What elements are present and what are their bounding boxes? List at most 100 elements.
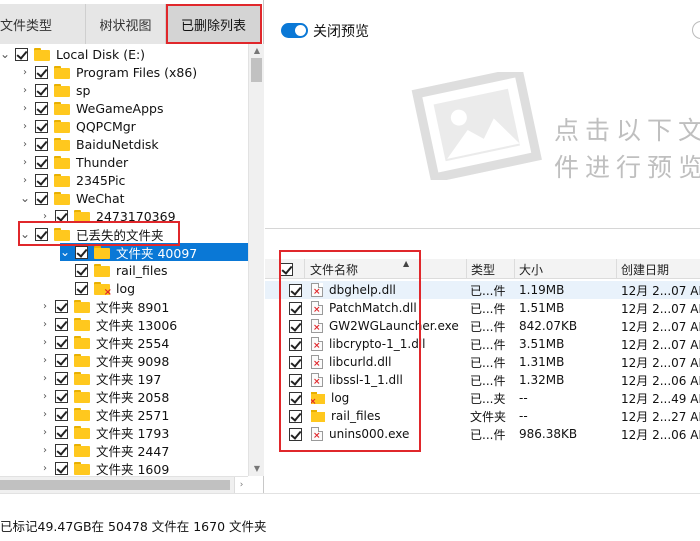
tree-row[interactable]: › QQPCMgr	[0, 117, 248, 135]
tree-row[interactable]: × log	[0, 279, 248, 297]
file-row[interactable]: rail_files 文件夹 -- 12月 2...27 AM	[265, 407, 700, 425]
column-header-date[interactable]: 创建日期	[617, 259, 700, 279]
file-checkbox[interactable]	[289, 409, 302, 423]
expand-down-icon[interactable]: ⌄	[20, 228, 30, 240]
tree-row[interactable]: ⌄ WeChat	[0, 189, 248, 207]
tree-checkbox[interactable]	[55, 407, 68, 421]
file-row[interactable]: × libcrypto-1_1.dll 已...件 3.51MB 12月 2...07 …	[265, 335, 700, 353]
expand-right-icon[interactable]: ›	[40, 319, 50, 330]
file-row[interactable]: × libcurld.dll 已...件 1.31MB 12月 2...07 AM	[265, 353, 700, 371]
select-all-checkbox[interactable]	[280, 262, 293, 276]
tree-checkbox[interactable]	[35, 173, 48, 187]
expand-right-icon[interactable]: ›	[20, 85, 30, 96]
tree-checkbox[interactable]	[35, 191, 48, 205]
hscroll-thumb[interactable]	[0, 480, 230, 490]
expand-down-icon[interactable]: ⌄	[20, 192, 30, 204]
tree-checkbox[interactable]	[55, 389, 68, 403]
tree-row[interactable]: › 文件夹 1609	[0, 459, 248, 476]
scroll-up-icon[interactable]: ▲	[249, 44, 265, 58]
expand-right-icon[interactable]: ›	[40, 445, 50, 456]
expand-right-icon[interactable]: ›	[20, 121, 30, 132]
tree-row[interactable]: › 文件夹 2571	[0, 405, 248, 423]
file-row[interactable]: × dbghelp.dll 已...件 1.19MB 12月 2...07 AM	[265, 281, 700, 299]
tree-vertical-scrollbar[interactable]: ▲ ▼	[248, 44, 264, 476]
tree-row[interactable]: › BaiduNetdisk	[0, 135, 248, 153]
file-checkbox[interactable]	[289, 301, 302, 315]
tree-row[interactable]: rail_files	[0, 261, 248, 279]
expand-right-icon[interactable]: ›	[40, 463, 50, 474]
tab-tree-view[interactable]: 树状视图	[86, 4, 166, 44]
tree-row[interactable]: › WeGameApps	[0, 99, 248, 117]
tree-row[interactable]: › 2345Pic	[0, 171, 248, 189]
scroll-right-icon[interactable]: ›	[234, 477, 248, 493]
expand-right-icon[interactable]: ›	[40, 337, 50, 348]
tree-row[interactable]: › 2473170369	[0, 207, 248, 225]
tree-checkbox[interactable]	[35, 155, 48, 169]
tree-row[interactable]: › Thunder	[0, 153, 248, 171]
tree-checkbox[interactable]	[55, 335, 68, 349]
tree-row[interactable]: › 文件夹 197	[0, 369, 248, 387]
tree-checkbox[interactable]	[55, 353, 68, 367]
tree-checkbox[interactable]	[55, 443, 68, 457]
preview-toggle[interactable]	[281, 23, 308, 38]
expand-right-icon[interactable]: ›	[40, 391, 50, 402]
file-checkbox[interactable]	[289, 283, 302, 297]
tab-file-type[interactable]: 文件类型	[0, 4, 86, 44]
tree-checkbox[interactable]	[35, 119, 48, 133]
tab-deleted-list[interactable]: 已删除列表	[166, 4, 262, 44]
tree-checkbox[interactable]	[35, 227, 48, 241]
circle-button[interactable]	[692, 21, 700, 39]
column-header-name[interactable]: 文件名称 ▲	[305, 259, 467, 279]
scroll-thumb[interactable]	[251, 58, 262, 82]
tree-checkbox[interactable]	[55, 299, 68, 313]
file-checkbox[interactable]	[289, 373, 302, 387]
tree-row[interactable]: › sp	[0, 81, 248, 99]
expand-right-icon[interactable]: ›	[40, 355, 50, 366]
tree-row[interactable]: › 文件夹 2058	[0, 387, 248, 405]
file-row[interactable]: × GW2WGLauncher.exe 已...件 842.07KB 12月 2...0…	[265, 317, 700, 335]
tree-checkbox[interactable]	[55, 371, 68, 385]
file-checkbox[interactable]	[289, 337, 302, 351]
tree-checkbox[interactable]	[35, 101, 48, 115]
file-checkbox[interactable]	[289, 427, 302, 441]
tree-row[interactable]: ⌄ 文件夹 40097	[60, 243, 248, 261]
expand-right-icon[interactable]: ›	[20, 157, 30, 168]
tree-checkbox[interactable]	[55, 425, 68, 439]
scroll-down-icon[interactable]: ▼	[249, 462, 265, 476]
expand-right-icon[interactable]: ›	[40, 409, 50, 420]
file-row[interactable]: × unins000.exe 已...件 986.38KB 12月 2...06 AM	[265, 425, 700, 443]
file-checkbox[interactable]	[289, 319, 302, 333]
tree-checkbox[interactable]	[55, 461, 68, 475]
column-header-size[interactable]: 大小	[515, 259, 617, 279]
select-all-cell[interactable]	[265, 259, 305, 279]
tree-checkbox[interactable]	[75, 245, 88, 259]
tree-checkbox[interactable]	[55, 209, 68, 223]
expand-right-icon[interactable]: ›	[40, 427, 50, 438]
tree-row[interactable]: › 文件夹 2554	[0, 333, 248, 351]
file-row[interactable]: × libssl-1_1.dll 已...件 1.32MB 12月 2...06 AM	[265, 371, 700, 389]
tree-row[interactable]: ⌄ Local Disk (E:)	[0, 45, 248, 63]
tree-row[interactable]: › 文件夹 8901	[0, 297, 248, 315]
tree-checkbox[interactable]	[35, 137, 48, 151]
expand-right-icon[interactable]: ›	[20, 103, 30, 114]
file-checkbox[interactable]	[289, 391, 302, 405]
tree-checkbox[interactable]	[55, 317, 68, 331]
tree-checkbox[interactable]	[75, 281, 88, 295]
expand-right-icon[interactable]: ›	[20, 67, 30, 78]
tree-row[interactable]: › 文件夹 13006	[0, 315, 248, 333]
tree-row[interactable]: › 文件夹 1793	[0, 423, 248, 441]
tree-row[interactable]: › 文件夹 9098	[0, 351, 248, 369]
tree-row[interactable]: › Program Files (x86)	[0, 63, 248, 81]
expand-down-icon[interactable]: ⌄	[0, 48, 10, 60]
tree-checkbox[interactable]	[15, 47, 28, 61]
tree-checkbox[interactable]	[75, 263, 88, 277]
tree-checkbox[interactable]	[35, 83, 48, 97]
expand-down-icon[interactable]: ⌄	[60, 246, 70, 258]
expand-right-icon[interactable]: ›	[40, 301, 50, 312]
expand-right-icon[interactable]: ›	[20, 139, 30, 150]
expand-right-icon[interactable]: ›	[40, 373, 50, 384]
file-checkbox[interactable]	[289, 355, 302, 369]
expand-right-icon[interactable]: ›	[40, 211, 50, 222]
column-header-type[interactable]: 类型	[467, 259, 515, 279]
expand-right-icon[interactable]: ›	[20, 175, 30, 186]
